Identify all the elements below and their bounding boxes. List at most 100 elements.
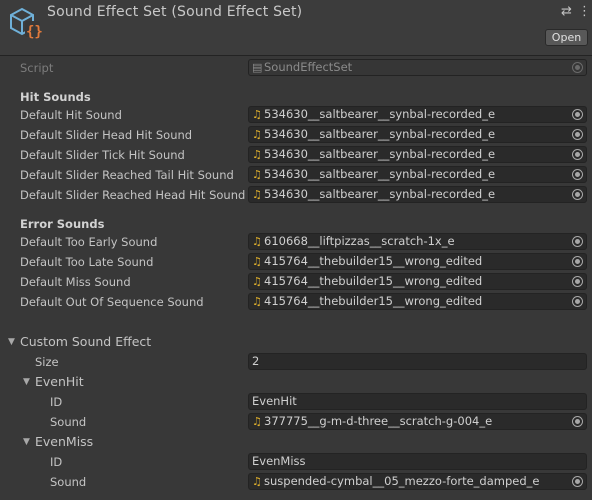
audio-clip-field[interactable]: ♫ 534630__saltbearer__synbal-recorded_e <box>248 146 587 163</box>
property-label: Default Too Late Sound <box>20 255 154 269</box>
error-sounds-header: Error Sounds <box>0 214 592 234</box>
hit-sounds-header: Hit Sounds <box>0 87 592 107</box>
property-label: Default Hit Sound <box>20 108 122 122</box>
error-sound-row: Default Too Early Sound ♫ 610668__liftpiz… <box>0 232 592 252</box>
audio-clip-field[interactable]: ♫ 534630__saltbearer__synbal-recorded_e <box>248 126 587 143</box>
context-menu-icon[interactable]: ⋮ <box>578 4 591 19</box>
property-label: Default Slider Reached Tail Hit Sound <box>20 168 234 182</box>
audio-clip-name: 415764__thebuilder15__wrong_edited <box>264 274 483 288</box>
property-label: Default Out Of Sequence Sound <box>20 295 204 309</box>
object-picker-icon[interactable] <box>572 256 583 267</box>
element-sound-row: Sound ♫ suspended-cymbal__05_mezzo-forte_… <box>0 472 592 492</box>
element-sound-row: Sound ♫ 377775__g-m-d-three__scratch-g-00… <box>0 412 592 432</box>
id-input[interactable]: EvenMiss <box>248 453 587 470</box>
property-label: Default Slider Head Hit Sound <box>20 128 193 142</box>
size-label: Size <box>35 355 59 369</box>
audio-clip-name: 415764__thebuilder15__wrong_edited <box>264 294 483 308</box>
object-picker-icon[interactable] <box>572 236 583 247</box>
audio-clip-icon: ♫ <box>252 148 262 161</box>
script-field: ▤ SoundEffectSet <box>248 59 587 76</box>
error-sound-row: Default Out Of Sequence Sound ♫ 415764__t… <box>0 292 592 312</box>
audio-clip-field[interactable]: ♫ 610668__liftpizzas__scratch-1x_e <box>248 233 587 250</box>
audio-clip-name: 534630__saltbearer__synbal-recorded_e <box>264 107 496 121</box>
preset-settings-icon[interactable]: ⇄ <box>561 4 572 19</box>
element-foldout-evenhit[interactable]: ▼ EvenHit <box>0 372 592 392</box>
header-divider <box>0 55 592 56</box>
element-label: EvenMiss <box>35 434 94 449</box>
audio-clip-field[interactable]: ♫ 534630__saltbearer__synbal-recorded_e <box>248 106 587 123</box>
audio-clip-icon: ♫ <box>252 108 262 121</box>
array-size-row: Size 2 <box>0 352 592 372</box>
audio-clip-name: 534630__saltbearer__synbal-recorded_e <box>264 127 496 141</box>
hit-sound-row: Default Slider Tick Hit Sound ♫ 534630__s… <box>0 145 592 165</box>
property-label: Default Too Early Sound <box>20 235 158 249</box>
size-input[interactable]: 2 <box>248 353 587 370</box>
id-input[interactable]: EvenHit <box>248 393 587 410</box>
custom-sound-effect-foldout[interactable]: ▼ Custom Sound Effect <box>0 332 592 352</box>
section-heading: Hit Sounds <box>20 90 91 104</box>
object-picker-icon[interactable] <box>572 416 583 427</box>
object-picker-icon[interactable] <box>572 149 583 160</box>
expanded-arrow-icon[interactable]: ▼ <box>23 437 30 447</box>
audio-clip-icon: ♫ <box>252 188 262 201</box>
script-file-icon: ▤ <box>252 61 263 74</box>
element-id-row: ID EvenMiss <box>0 452 592 472</box>
object-picker-icon <box>572 62 583 73</box>
audio-clip-field[interactable]: ♫ 415764__thebuilder15__wrong_edited <box>248 253 587 270</box>
audio-clip-icon: ♫ <box>252 128 262 141</box>
audio-clip-icon: ♫ <box>252 235 262 248</box>
element-foldout-evenmiss[interactable]: ▼ EvenMiss <box>0 432 592 452</box>
error-sound-row: Default Miss Sound ♫ 415764__thebuilder15… <box>0 272 592 292</box>
audio-clip-field[interactable]: ♫ 534630__saltbearer__synbal-recorded_e <box>248 186 587 203</box>
audio-clip-name: 377775__g-m-d-three__scratch-g-004_e <box>264 414 493 428</box>
error-sound-row: Default Too Late Sound ♫ 415764__thebuild… <box>0 252 592 272</box>
audio-clip-name: 534630__saltbearer__synbal-recorded_e <box>264 167 496 181</box>
sound-label: Sound <box>50 475 87 489</box>
audio-clip-icon: ♫ <box>252 255 262 268</box>
object-picker-icon[interactable] <box>572 189 583 200</box>
script-row: Script ▤ SoundEffectSet <box>0 58 592 78</box>
section-heading: Error Sounds <box>20 217 105 231</box>
audio-clip-field[interactable]: ♫ 415764__thebuilder15__wrong_edited <box>248 273 587 290</box>
audio-clip-field[interactable]: ♫ 377775__g-m-d-three__scratch-g-004_e <box>248 413 587 430</box>
audio-clip-name: 415764__thebuilder15__wrong_edited <box>264 254 483 268</box>
hit-sound-row: Default Slider Reached Tail Hit Sound ♫ 5… <box>0 165 592 185</box>
audio-clip-name: 534630__saltbearer__synbal-recorded_e <box>264 187 496 201</box>
foldout-label: Custom Sound Effect <box>20 334 152 349</box>
audio-clip-name: suspended-cymbal__05_mezzo-forte_damped_… <box>264 474 540 488</box>
expanded-arrow-icon[interactable]: ▼ <box>8 337 15 347</box>
audio-clip-name: 610668__liftpizzas__scratch-1x_e <box>264 234 455 248</box>
audio-clip-name: 534630__saltbearer__synbal-recorded_e <box>264 147 496 161</box>
audio-clip-icon: ♫ <box>252 168 262 181</box>
property-label: Default Slider Reached Head Hit Sound <box>20 188 246 202</box>
element-label: EvenHit <box>35 374 84 389</box>
inspector-header: {} Sound Effect Set (Sound Effect Set) ⇄… <box>0 0 592 55</box>
property-label: Default Miss Sound <box>20 275 131 289</box>
id-label: ID <box>50 395 63 409</box>
hit-sound-row: Default Slider Reached Head Hit Sound ♫ 5… <box>0 185 592 205</box>
inspector-title: Sound Effect Set (Sound Effect Set) <box>47 4 303 20</box>
sound-label: Sound <box>50 415 87 429</box>
audio-clip-icon: ♫ <box>252 475 262 488</box>
svg-text:{}: {} <box>26 24 42 40</box>
object-picker-icon[interactable] <box>572 109 583 120</box>
audio-clip-icon: ♫ <box>252 295 262 308</box>
expanded-arrow-icon[interactable]: ▼ <box>23 377 30 387</box>
object-picker-icon[interactable] <box>572 169 583 180</box>
script-label: Script <box>20 61 54 75</box>
audio-clip-icon: ♫ <box>252 275 262 288</box>
open-button[interactable]: Open <box>545 29 588 46</box>
audio-clip-field[interactable]: ♫ suspended-cymbal__05_mezzo-forte_damped… <box>248 473 587 490</box>
hit-sound-row: Default Hit Sound ♫ 534630__saltbearer__s… <box>0 105 592 125</box>
object-picker-icon[interactable] <box>572 129 583 140</box>
object-picker-icon[interactable] <box>572 296 583 307</box>
script-value: SoundEffectSet <box>264 60 353 74</box>
object-picker-icon[interactable] <box>572 476 583 487</box>
object-picker-icon[interactable] <box>572 276 583 287</box>
element-id-row: ID EvenHit <box>0 392 592 412</box>
audio-clip-icon: ♫ <box>252 415 262 428</box>
id-label: ID <box>50 455 63 469</box>
audio-clip-field[interactable]: ♫ 415764__thebuilder15__wrong_edited <box>248 293 587 310</box>
audio-clip-field[interactable]: ♫ 534630__saltbearer__synbal-recorded_e <box>248 166 587 183</box>
property-label: Default Slider Tick Hit Sound <box>20 148 185 162</box>
